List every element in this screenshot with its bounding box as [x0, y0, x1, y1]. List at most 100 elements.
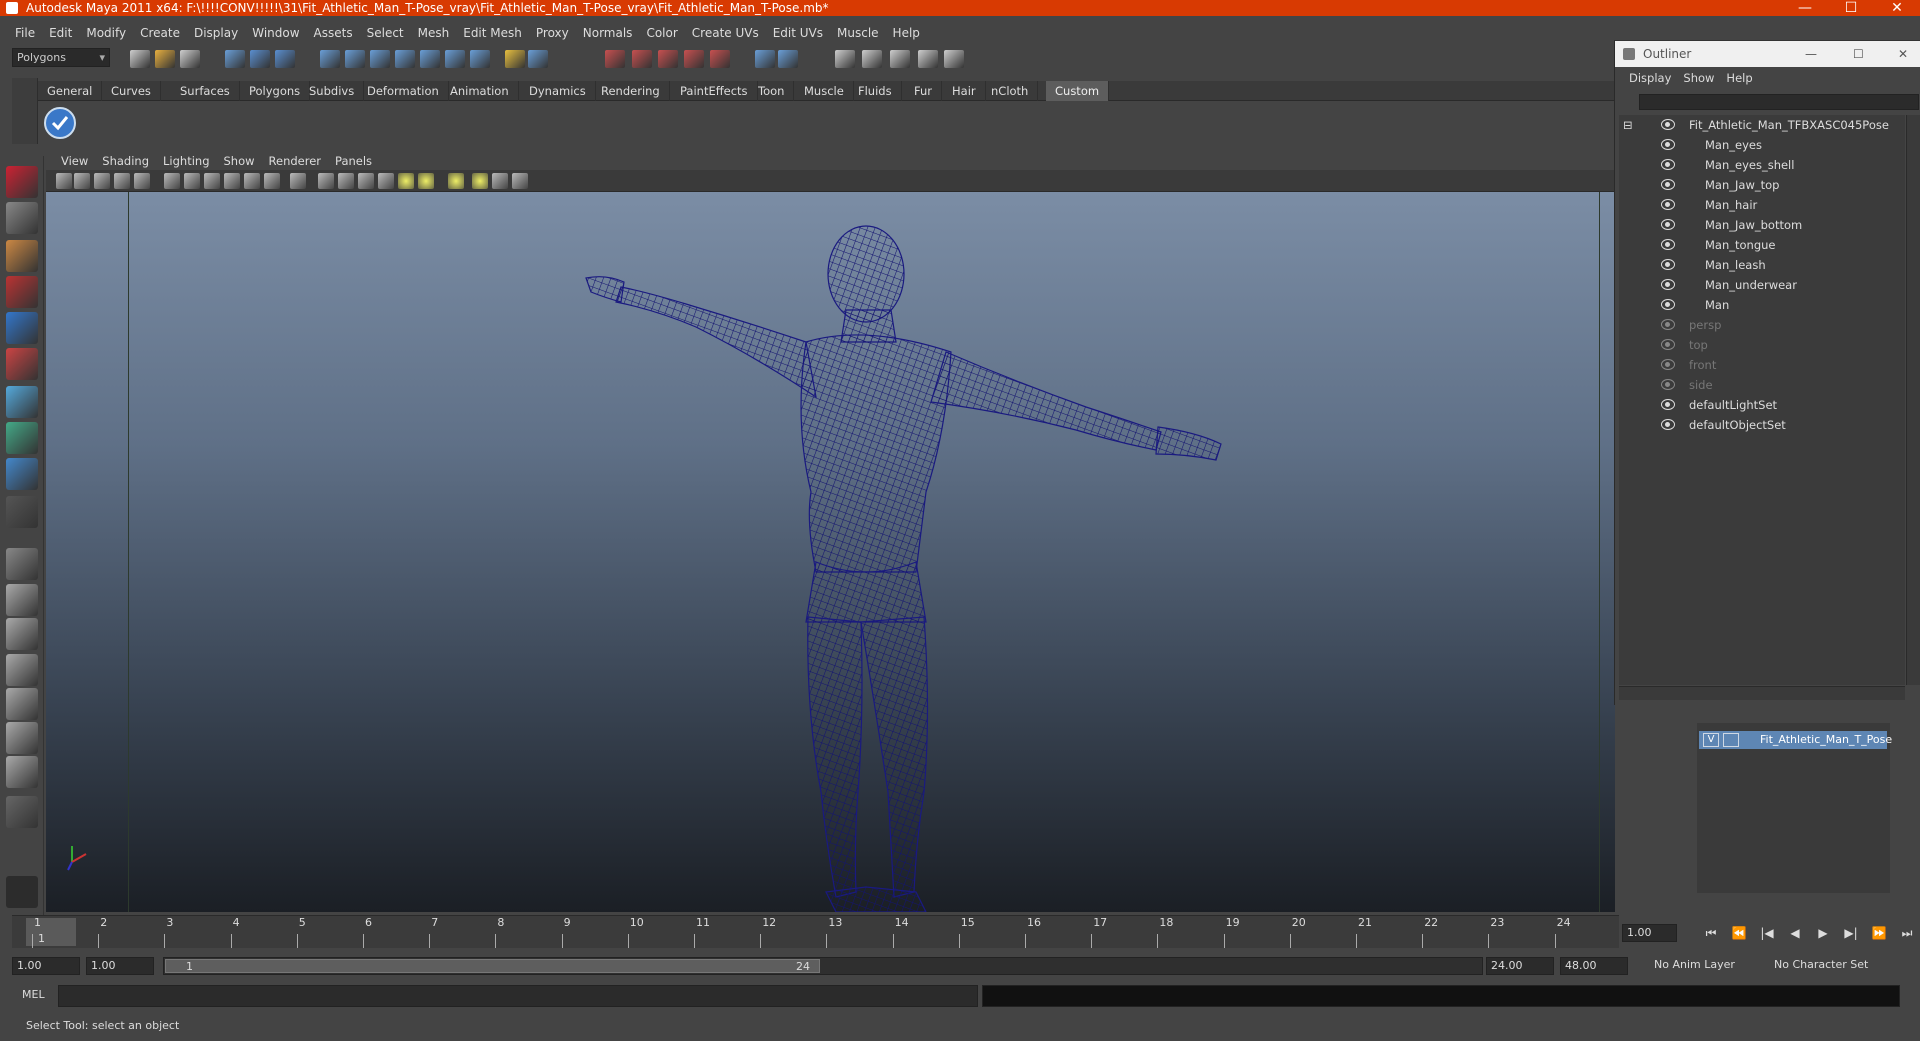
- status-tool-icon[interactable]: [180, 50, 200, 68]
- step-forward-key-icon[interactable]: ⏩: [1870, 925, 1888, 941]
- panel-tool-icon[interactable]: [56, 173, 72, 189]
- soft-mod-icon[interactable]: [6, 422, 38, 454]
- shelf-tab-ncloth[interactable]: nCloth: [982, 81, 1039, 101]
- status-tool-icon[interactable]: [370, 50, 390, 68]
- status-tool-icon[interactable]: [710, 50, 730, 68]
- shelf-tab-subdivs[interactable]: Subdivs: [300, 81, 365, 101]
- step-forward-frame-icon[interactable]: ▶|: [1842, 925, 1860, 941]
- shelf-tab-surfaces[interactable]: Surfaces: [171, 81, 240, 101]
- panel-tool-icon[interactable]: [94, 173, 110, 189]
- panel-tool-icon[interactable]: [398, 173, 414, 189]
- panel-tool-icon[interactable]: [318, 173, 334, 189]
- outliner-close-button[interactable]: ✕: [1898, 41, 1908, 67]
- shelf-tab-hair[interactable]: Hair: [943, 81, 986, 101]
- mel-command-input[interactable]: [58, 985, 978, 1007]
- menu-assets[interactable]: Assets: [307, 26, 360, 40]
- persp-graph-layout-icon[interactable]: [6, 654, 38, 686]
- shelf-tab-custom[interactable]: Custom: [1046, 81, 1110, 101]
- outliner-item[interactable]: front: [1619, 355, 1905, 375]
- go-to-end-icon[interactable]: ⏭: [1898, 925, 1916, 941]
- panel-tool-icon[interactable]: [492, 173, 508, 189]
- anim-layer-select[interactable]: No Anim Layer: [1650, 957, 1755, 975]
- shelf-tab-general[interactable]: General: [38, 81, 103, 101]
- status-tool-icon[interactable]: [862, 50, 882, 68]
- status-tool-icon[interactable]: [395, 50, 415, 68]
- manipulator-icon[interactable]: [6, 386, 38, 418]
- outliner-item[interactable]: side: [1619, 375, 1905, 395]
- shelf-tab-curves[interactable]: Curves: [102, 81, 161, 101]
- panel-tool-icon[interactable]: [472, 173, 488, 189]
- panel-tool-icon[interactable]: [290, 173, 306, 189]
- panel-tool-icon[interactable]: [448, 173, 464, 189]
- panel-tool-icon[interactable]: [224, 173, 240, 189]
- playback-end-field[interactable]: 24.00: [1486, 957, 1554, 975]
- outliner-menu-show[interactable]: Show: [1677, 71, 1720, 85]
- outliner-item[interactable]: Man_underwear: [1619, 275, 1905, 295]
- status-tool-icon[interactable]: [155, 50, 175, 68]
- outliner-item[interactable]: defaultLightSet: [1619, 395, 1905, 415]
- menu-window[interactable]: Window: [245, 26, 306, 40]
- panel-tool-icon[interactable]: [134, 173, 150, 189]
- layer-list[interactable]: V Fit_Athletic_Man_T_Pose: [1697, 723, 1892, 893]
- step-back-key-icon[interactable]: ⏪: [1730, 925, 1748, 941]
- panel-tool-icon[interactable]: [418, 173, 434, 189]
- menu-help[interactable]: Help: [886, 26, 927, 40]
- status-tool-icon[interactable]: [470, 50, 490, 68]
- layer-row[interactable]: V Fit_Athletic_Man_T_Pose: [1699, 731, 1892, 749]
- go-to-start-icon[interactable]: ⏮: [1702, 925, 1720, 941]
- perspective-viewport[interactable]: View Shading Lighting Show Renderer Panels: [46, 152, 1615, 912]
- hypershade-layout-icon[interactable]: [6, 688, 38, 720]
- character-set-select[interactable]: No Character Set: [1770, 957, 1880, 975]
- lasso-tool-icon[interactable]: [6, 202, 38, 234]
- outliner-item[interactable]: Fit_Athletic_Man_TFBXASC045Pose ⊟: [1619, 115, 1905, 135]
- outliner-minimize-button[interactable]: —: [1805, 41, 1817, 67]
- panel-menu-view[interactable]: View: [54, 154, 95, 168]
- menu-muscle[interactable]: Muscle: [830, 26, 886, 40]
- menu-set-select[interactable]: Polygons: [12, 48, 110, 67]
- shelf-side-controls[interactable]: [12, 78, 38, 144]
- menu-file[interactable]: File: [8, 26, 42, 40]
- range-bar[interactable]: 1 24: [163, 957, 1483, 975]
- move-tool-icon[interactable]: [6, 276, 38, 308]
- status-tool-icon[interactable]: [658, 50, 678, 68]
- scale-tool-icon[interactable]: [6, 348, 38, 380]
- panel-tool-icon[interactable]: [184, 173, 200, 189]
- status-tool-icon[interactable]: [275, 50, 295, 68]
- shelf-tab-deformation[interactable]: Deformation: [358, 81, 449, 101]
- last-tool-icon[interactable]: [6, 496, 38, 528]
- menu-proxy[interactable]: Proxy: [529, 26, 576, 40]
- play-forward-icon[interactable]: ▶: [1814, 925, 1832, 941]
- panel-tool-icon[interactable]: [378, 173, 394, 189]
- status-tool-icon[interactable]: [835, 50, 855, 68]
- panel-menu-shading[interactable]: Shading: [95, 154, 156, 168]
- outliner-item[interactable]: defaultObjectSet: [1619, 415, 1905, 435]
- step-back-frame-icon[interactable]: |◀: [1758, 925, 1776, 941]
- single-perspective-layout-icon[interactable]: [6, 548, 38, 580]
- panel-menu-renderer[interactable]: Renderer: [262, 154, 329, 168]
- outliner-maximize-button[interactable]: ☐: [1853, 41, 1864, 67]
- menu-edit-uvs[interactable]: Edit UVs: [766, 26, 830, 40]
- status-tool-icon[interactable]: [320, 50, 340, 68]
- show-manipulator-icon[interactable]: [6, 458, 38, 490]
- panel-tool-icon[interactable]: [74, 173, 90, 189]
- status-tool-icon[interactable]: [632, 50, 652, 68]
- panel-tool-icon[interactable]: [204, 173, 220, 189]
- script-editor-layout-icon[interactable]: [6, 756, 38, 788]
- animation-end-field[interactable]: 48.00: [1560, 957, 1628, 975]
- menu-display[interactable]: Display: [187, 26, 245, 40]
- panel-menu-panels[interactable]: Panels: [328, 154, 379, 168]
- menu-mesh[interactable]: Mesh: [411, 26, 457, 40]
- paint-select-icon[interactable]: [6, 240, 38, 272]
- outliner-item[interactable]: Man: [1619, 295, 1905, 315]
- outliner-item[interactable]: Man_eyes: [1619, 135, 1905, 155]
- outliner-horizontal-scrollbar[interactable]: [1619, 686, 1905, 700]
- status-tool-icon[interactable]: [944, 50, 964, 68]
- menu-modify[interactable]: Modify: [79, 26, 133, 40]
- status-tool-icon[interactable]: [445, 50, 465, 68]
- playback-start-field[interactable]: 1.00: [86, 957, 154, 975]
- menu-edit[interactable]: Edit: [42, 26, 79, 40]
- expand-layout-icon[interactable]: [6, 796, 38, 828]
- layer-visibility-toggle[interactable]: V: [1703, 733, 1719, 747]
- rotate-tool-icon[interactable]: [6, 312, 38, 344]
- menu-normals[interactable]: Normals: [576, 26, 640, 40]
